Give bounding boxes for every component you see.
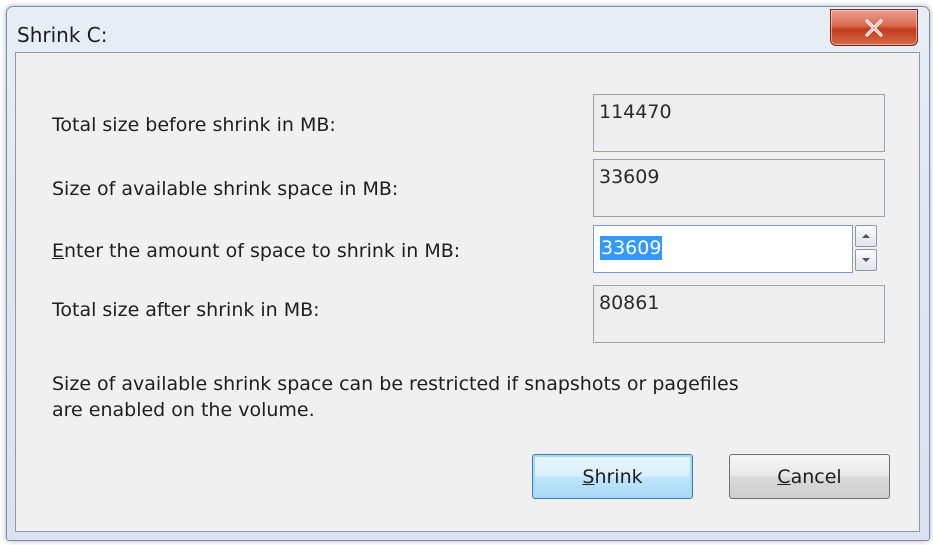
spin-down-button[interactable]: [855, 249, 877, 271]
available-shrink-space-value-box: 33609: [593, 159, 885, 217]
close-button[interactable]: [830, 9, 918, 46]
chevron-down-icon: [862, 258, 870, 262]
chevron-up-icon: [862, 234, 870, 238]
shrink-amount-selected-text: 33609: [600, 236, 663, 260]
total-size-after-label: Total size after shrink in MB:: [52, 299, 320, 321]
shrink-button-label: hrink: [594, 465, 643, 488]
note-line-2: are enabled on the volume.: [52, 399, 315, 421]
close-icon: [865, 18, 883, 37]
shrink-amount-spinner: 33609: [593, 225, 893, 273]
shrink-restriction-note: Size of available shrink space can be re…: [52, 371, 739, 423]
shrink-amount-label-text: nter the amount of space to shrink in MB…: [64, 240, 461, 262]
note-line-1: Size of available shrink space can be re…: [52, 373, 739, 395]
shrink-button-mnemonic: S: [582, 465, 595, 488]
total-size-before-value: 114470: [599, 101, 672, 123]
window-title: Shrink C:: [17, 23, 108, 47]
shrink-amount-input[interactable]: 33609: [593, 225, 853, 273]
dialog-body: Total size before shrink in MB: 114470 S…: [15, 52, 920, 532]
total-size-after-value-box: 80861: [593, 285, 885, 343]
shrink-amount-label-mnemonic: E: [52, 240, 65, 262]
shrink-button[interactable]: Shrink: [532, 454, 693, 499]
available-shrink-space-value: 33609: [599, 166, 660, 188]
shrink-amount-label: Enter the amount of space to shrink in M…: [52, 240, 460, 262]
available-shrink-space-label: Size of available shrink space in MB:: [52, 178, 399, 200]
total-size-before-value-box: 114470: [593, 94, 885, 152]
spin-up-button[interactable]: [855, 225, 877, 247]
total-size-after-value: 80861: [599, 292, 660, 314]
cancel-button[interactable]: Cancel: [729, 454, 890, 499]
cancel-button-mnemonic: C: [777, 465, 791, 488]
shrink-dialog: Shrink C: Total size before shrink in MB…: [6, 6, 930, 541]
cancel-button-label: ancel: [790, 465, 842, 488]
total-size-before-label: Total size before shrink in MB:: [52, 114, 336, 136]
